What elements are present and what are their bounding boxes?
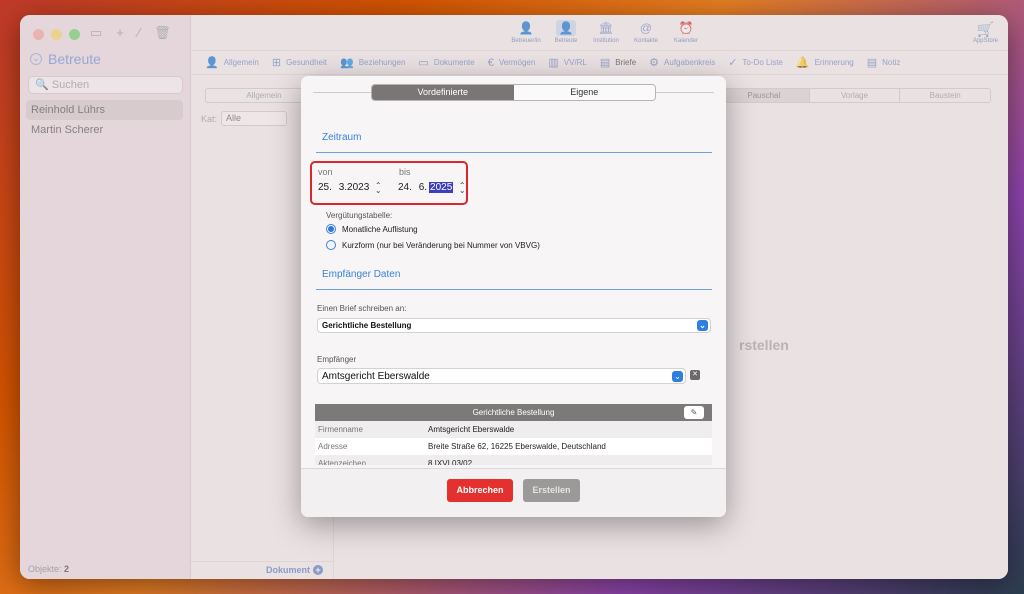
template-type-segment: Vordefinierte Eigene [371,84,656,101]
stepper-icon[interactable]: ⌃ ⌄ [374,181,382,194]
table-value: 8 IXVI 03/02 [428,459,473,465]
table-value: Breite Straße 62, 16225 Eberswalde, Deut… [428,442,606,451]
divider [313,92,371,93]
empfaenger-value: Amtsgericht Eberswalde [322,370,430,382]
segment-vordefinierte[interactable]: Vordefinierte [372,85,514,100]
table-row: Firmenname Amtsgericht Eberswalde [315,421,712,438]
table-value: Amtsgericht Eberswalde [428,425,515,434]
edit-icon[interactable]: ✎ [684,406,704,419]
dialog-footer [301,468,726,517]
von-month-year: 3.2023 [338,182,370,193]
table-key: Firmenname [318,425,363,434]
table-title: Gerichtliche Bestellung [472,408,555,417]
bis-date-field[interactable]: 24. 6. 2025 ⌃ ⌄ [398,181,466,194]
clear-recipient-button[interactable]: ✕ [690,370,700,380]
section-rule [316,289,712,290]
verguetung-label: Vergütungstabelle: [326,211,393,220]
radio-label: Monatliche Auflistung [342,224,418,234]
radio-selected-icon [326,224,336,234]
von-date-field[interactable]: 25. 3.2023 ⌃ ⌄ [318,181,382,194]
create-letter-dialog: Vordefinierte Eigene Zeitraum von 25. 3.… [301,76,726,517]
radio-label: Kurzform (nur bei Veränderung bei Nummer… [342,240,540,250]
bis-year-selected[interactable]: 2025 [429,182,454,193]
brief-select[interactable]: Gerichtliche Bestellung ⌄ [317,318,711,333]
stepper-icon[interactable]: ⌃ ⌄ [458,181,466,194]
bis-label: bis [399,167,411,177]
empfaenger-label: Empfänger [317,355,357,364]
table-row: Adresse Breite Straße 62, 16225 Eberswald… [315,438,712,455]
bis-month: 6. [418,182,428,193]
von-label: von [318,167,333,177]
segment-eigene[interactable]: Eigene [513,85,655,100]
recipient-table: Firmenname Amtsgericht Eberswalde Adresse… [315,421,712,465]
table-key: Adresse [318,442,348,451]
chevron-down-icon: ⌄ [672,370,683,382]
table-key: Aktenzeichen [318,459,367,465]
divider [656,92,714,93]
radio-kurzform[interactable]: Kurzform (nur bei Veränderung bei Nummer… [326,240,540,250]
radio-monatliche[interactable]: Monatliche Auflistung [326,224,418,234]
radio-empty-icon [326,240,336,250]
table-row: Aktenzeichen 8 IXVI 03/02 [315,455,712,465]
chevron-down-icon: ⌄ [697,320,708,331]
section-rule [316,152,712,153]
brief-value: Gerichtliche Bestellung [322,321,412,330]
brief-label: Einen Brief schreiben an: [317,304,407,313]
von-day: 25. [318,182,332,193]
cancel-button[interactable]: Abbrechen [447,479,513,502]
empfaenger-heading: Empfänger Daten [322,269,401,280]
bis-day: 24. [398,182,412,193]
zeitraum-heading: Zeitraum [322,132,362,143]
empfaenger-select[interactable]: Amtsgericht Eberswalde ⌄ [317,368,686,384]
create-button[interactable]: Erstellen [523,479,580,502]
recipient-table-header: Gerichtliche Bestellung ✎ [315,404,712,421]
